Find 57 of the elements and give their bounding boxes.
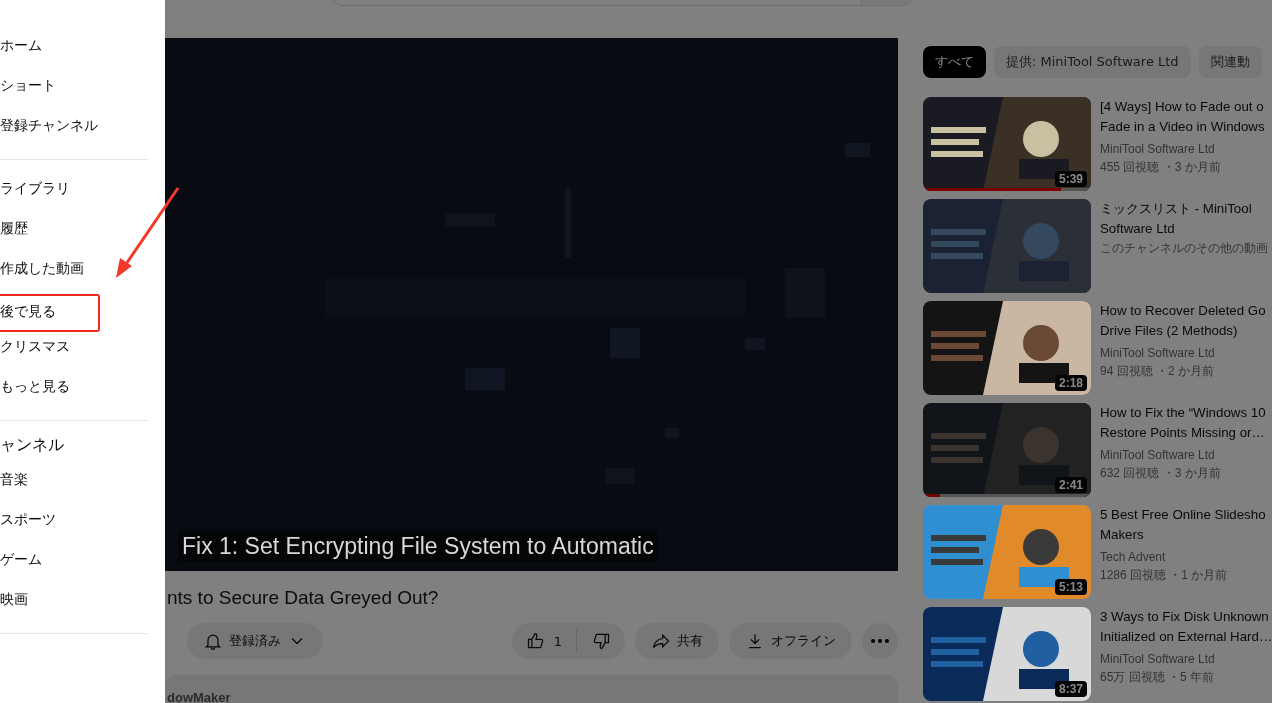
sidebar-item[interactable]: ショート [0,73,165,113]
video-title[interactable]: ミックスリスト - MiniTool [1100,199,1268,219]
more-button[interactable] [862,623,898,659]
sidebar-item[interactable]: 音楽 [0,467,165,507]
sidebar-item[interactable]: 映画 [0,587,165,627]
like-button[interactable]: 1 [511,623,576,659]
video-meta: このチャンネルのその他の動画 [1100,240,1268,257]
thumbs-down-icon [591,631,611,651]
channel-name[interactable]: MiniTool Software Ltd [1100,344,1266,362]
sidebar-item[interactable]: 作成した動画 [0,256,165,296]
sidebar-item[interactable]: ライブラリ [0,176,165,216]
video-title[interactable]: Restore Points Missing or… [1100,423,1266,443]
filter-chip[interactable]: 提供: MiniTool Software Ltd [994,46,1191,78]
video-meta: 94 回視聴 ・2 か月前 [1100,363,1216,380]
video-duration: 2:18 [1054,375,1087,391]
sidebar-item[interactable]: スポーツ [0,507,165,547]
download-button[interactable]: オフライン [729,623,852,659]
video-meta: 65万 回視聴 ・5 年前 [1100,669,1216,686]
video-title[interactable]: [4 Ways] How to Fade out o [1100,97,1265,117]
video-duration: 5:39 [1054,171,1087,187]
video-title[interactable]: How to Fix the “Windows 10 [1100,403,1266,423]
sidebar-item[interactable]: もっと見る [0,374,165,414]
filter-chip[interactable]: 関連動 [1198,46,1262,78]
video-duration: 2:41 [1054,477,1087,493]
video-title[interactable]: Makers [1100,525,1266,545]
sidebar-item[interactable]: ゲーム [0,547,165,587]
share-button[interactable]: 共有 [635,623,719,659]
subscribe-button[interactable]: 登録済み [187,623,323,659]
video-title[interactable]: 5 Best Free Online Slidesho [1100,505,1266,525]
video-title[interactable]: How to Recover Deleted Go [1100,301,1266,321]
video-title[interactable]: Fade in a Video in Windows [1100,117,1265,137]
video-title[interactable]: Drive Files (2 Methods) [1100,321,1266,341]
sidebar-item[interactable]: 後で見る [0,294,100,332]
video-duration: 8:37 [1054,681,1087,697]
channel-name[interactable]: MiniTool Software Ltd [1100,140,1265,158]
video-title[interactable]: Initialized on External Hard… [1100,627,1272,647]
video-title: nts to Secure Data Greyed Out? [167,587,440,609]
share-icon [651,631,671,651]
video-caption: Fix 1: Set Encrypting File System to Automatic [178,531,658,562]
channel-name[interactable]: MiniTool Software Ltd [1100,650,1272,668]
video-meta: 1286 回視聴 ・1 か月前 [1100,567,1229,584]
sidebar-item[interactable]: クリスマス [0,334,165,374]
sidebar-item[interactable]: 登録チャンネル [0,113,165,153]
section-heading: ャンネル [0,434,65,456]
video-duration: 5:13 [1054,579,1087,595]
more-icon [871,639,889,643]
sidebar-item[interactable]: 履歴 [0,216,165,256]
filter-chip[interactable]: すべて [923,46,986,78]
thumbs-up-icon [525,631,546,651]
video-title[interactable]: Software Ltd [1100,219,1268,239]
channel-name[interactable]: MiniTool Software Ltd [1100,446,1266,464]
video-meta: 632 回視聴 ・3 か月前 [1100,465,1222,482]
channel-name[interactable]: Tech Advent [1100,548,1266,566]
video-title[interactable]: 3 Ways to Fix Disk Unknown [1100,607,1272,627]
channel-name: dowMaker [167,690,231,703]
sidebar-item[interactable]: ホーム [0,33,165,73]
video-meta: 455 回視聴 ・3 か月前 [1100,159,1222,176]
